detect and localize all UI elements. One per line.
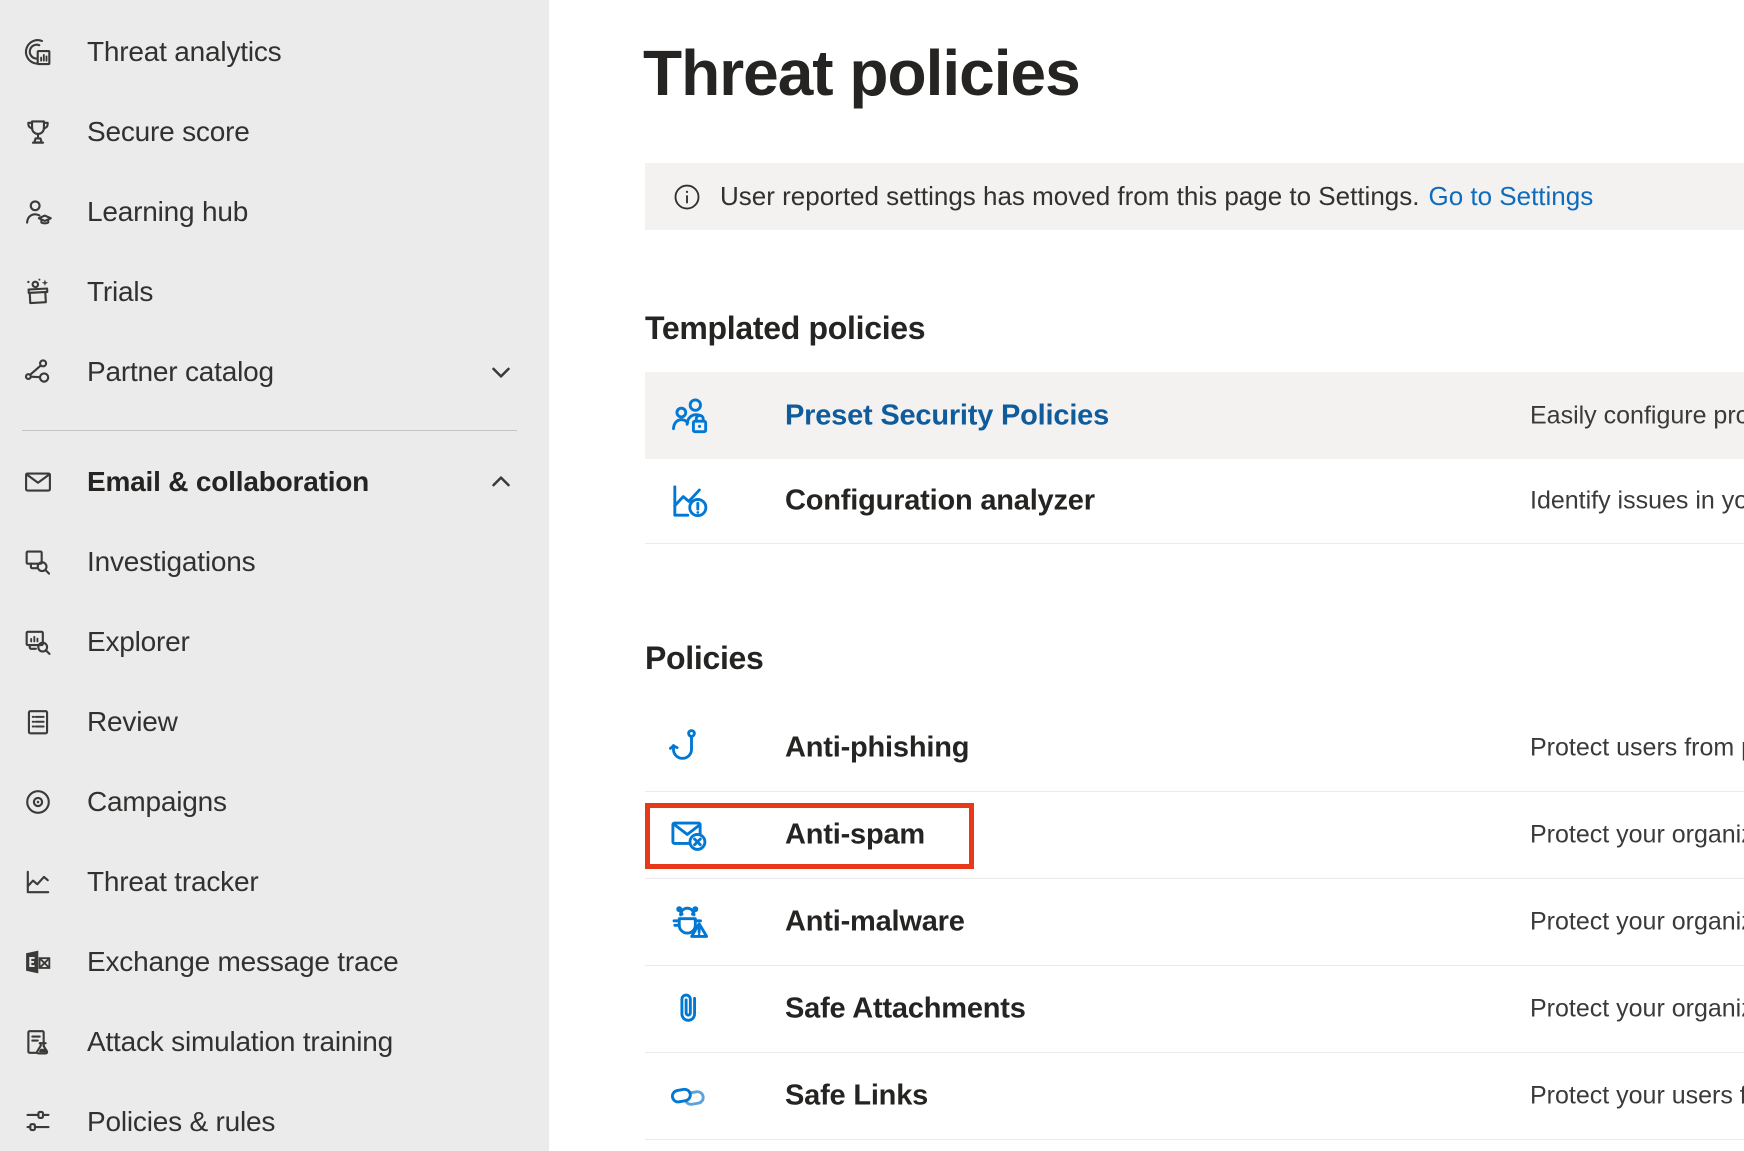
row-description: Protect your organiz [1530,821,1744,850]
sidebar-item-review[interactable]: Review [0,682,549,762]
main-content: Threat policies User reported settings h… [549,0,1744,1151]
partner-catalog-icon [20,354,56,390]
sidebar-item-label: Trials [87,276,153,308]
sidebar-item-policies-rules[interactable]: Policies & rules [0,1082,549,1151]
campaigns-icon [20,784,56,820]
trophy-icon [20,114,56,150]
row-preset-security-policies[interactable]: Preset Security Policies Easily configur… [645,372,1744,459]
review-icon [20,704,56,740]
explorer-icon [20,624,56,660]
sidebar-item-attack-simulation-training[interactable]: Attack simulation training [0,1002,549,1082]
sidebar-item-trials[interactable]: Trials [0,252,549,332]
sliders-icon [20,1104,56,1140]
policies-heading: Policies [645,640,764,677]
sidebar-item-label: Campaigns [87,786,227,818]
sidebar-item-secure-score[interactable]: Secure score [0,92,549,172]
sidebar-item-explorer[interactable]: Explorer [0,602,549,682]
row-safe-attachments[interactable]: Safe Attachments Protect your organiz [645,966,1744,1053]
threat-tracker-icon [20,864,56,900]
mail-block-icon [666,812,712,858]
sidebar-item-label: Threat tracker [87,866,258,898]
chevron-down-icon [486,357,516,387]
learning-hub-icon [20,194,56,230]
threat-policies-page: Threat analytics Secure score [0,0,1744,1151]
row-description: Protect your users fr [1530,1082,1744,1111]
row-label[interactable]: Safe Links [785,1080,928,1113]
threat-analytics-icon [20,34,56,70]
row-description: Protect your organiz [1530,995,1744,1024]
sidebar-item-label: Policies & rules [87,1106,275,1138]
row-label[interactable]: Anti-spam [785,819,925,852]
sidebar-item-label: Learning hub [87,196,248,228]
sidebar-item-label: Investigations [87,546,255,578]
row-description: Identify issues in you [1530,487,1744,516]
trials-icon [20,274,56,310]
sidebar-item-label: Attack simulation training [87,1026,393,1058]
go-to-settings-link[interactable]: Go to Settings [1428,181,1593,212]
sidebar-item-label: Exchange message trace [87,946,399,978]
row-configuration-analyzer[interactable]: Configuration analyzer Identify issues i… [645,459,1744,544]
row-anti-malware[interactable]: Anti-malware Protect your organiz [645,879,1744,966]
sidebar-section-label: Email & collaboration [87,466,369,498]
sidebar-item-threat-tracker[interactable]: Threat tracker [0,842,549,922]
row-label[interactable]: Safe Attachments [785,993,1026,1026]
row-label[interactable]: Anti-phishing [785,732,969,765]
sidebar-section-email-collaboration[interactable]: Email & collaboration [0,442,549,522]
paperclip-icon [666,986,712,1032]
sidebar-item-investigations[interactable]: Investigations [0,522,549,602]
sidebar-item-label: Secure score [87,116,250,148]
investigations-icon [20,544,56,580]
bug-warning-icon [666,899,712,945]
banner-message: User reported settings has moved from th… [720,181,1419,212]
row-description: Protect users from p [1530,734,1744,763]
envelope-icon [20,464,56,500]
chain-links-icon [666,1073,712,1119]
chevron-up-icon [486,467,516,497]
row-label[interactable]: Configuration analyzer [785,485,1095,518]
row-safe-links[interactable]: Safe Links Protect your users fr [645,1053,1744,1140]
sidebar-item-label: Explorer [87,626,190,658]
row-label[interactable]: Preset Security Policies [785,399,1109,432]
sidebar-item-label: Review [87,706,178,738]
row-description: Easily configure prot [1530,401,1744,430]
info-banner: User reported settings has moved from th… [645,163,1744,230]
info-icon [672,182,702,212]
people-lock-icon [666,393,712,439]
exchange-icon [20,944,56,980]
sidebar: Threat analytics Secure score [0,0,549,1151]
page-title: Threat policies [643,36,1080,110]
row-anti-spam[interactable]: Anti-spam Protect your organiz [645,792,1744,879]
templated-policies-heading: Templated policies [645,310,925,347]
row-anti-phishing[interactable]: Anti-phishing Protect users from p [645,705,1744,792]
row-description: Protect your organiz [1530,908,1744,937]
sidebar-item-label: Partner catalog [87,356,274,388]
fish-hook-icon [666,725,712,771]
attack-simulation-icon [20,1024,56,1060]
sidebar-item-learning-hub[interactable]: Learning hub [0,172,549,252]
sidebar-divider [22,430,517,431]
sidebar-item-campaigns[interactable]: Campaigns [0,762,549,842]
policies-list: Anti-phishing Protect users from p Anti-… [645,705,1744,1140]
sidebar-item-label: Threat analytics [87,36,281,68]
chart-alert-icon [666,478,712,524]
row-label[interactable]: Anti-malware [785,906,965,939]
sidebar-item-partner-catalog[interactable]: Partner catalog [0,332,549,412]
sidebar-item-threat-analytics[interactable]: Threat analytics [0,12,549,92]
sidebar-item-exchange-message-trace[interactable]: Exchange message trace [0,922,549,1002]
